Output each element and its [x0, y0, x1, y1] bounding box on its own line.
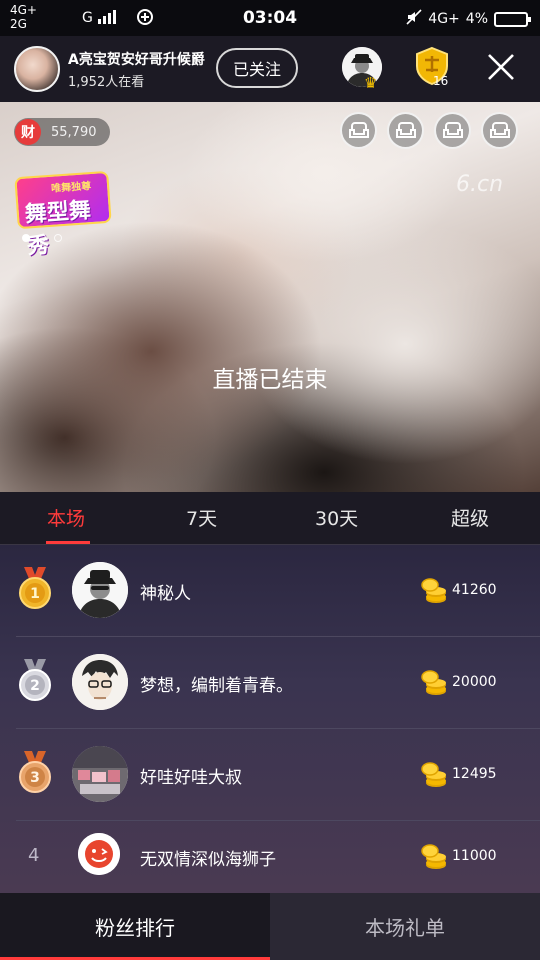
status-right: 4G+ 4% [406, 9, 531, 29]
user-avatar[interactable] [72, 562, 128, 618]
crown-icon: ♛ [364, 74, 378, 92]
ranking-row[interactable]: 1 神秘人 41260 [0, 545, 540, 637]
user-avatar[interactable] [72, 746, 128, 802]
battery-percent: 4% [465, 11, 488, 27]
follow-button[interactable]: 已关注 [216, 48, 298, 88]
coin-icon [420, 761, 448, 789]
tab-gift-list[interactable]: 本场礼单 [270, 893, 540, 960]
status-bar: 4G+ 2G G 03:04 4G+ 4% [0, 0, 540, 36]
user-name: 神秘人 [140, 584, 191, 604]
host-name[interactable]: A亮宝贺安好哥升候爵 [68, 49, 205, 69]
user-name: 好哇好哇大叔 [140, 768, 242, 788]
tab-super[interactable]: 超级 [451, 504, 489, 531]
silver-medal-icon: 2 [16, 659, 54, 703]
tab-fan-ranking-label: 粉丝排行 [95, 916, 175, 940]
sofa-icon[interactable] [481, 112, 518, 149]
battery-icon [494, 11, 531, 27]
viewer-count: 1,952人在看 [68, 75, 145, 90]
ranking-row[interactable]: 3 好哇好哇大叔 12495 [0, 729, 540, 821]
contribution-score: 11000 [452, 848, 497, 864]
bronze-medal-icon: 3 [16, 751, 54, 795]
watermark: 6.cn [456, 172, 504, 197]
contribution-score: 12495 [452, 766, 497, 782]
promo-title: 舞型舞秀 [24, 198, 92, 260]
stream-ended-text: 直播已结束 [212, 367, 328, 393]
user-avatar[interactable] [78, 833, 120, 875]
tab-this-session[interactable]: 本场 [47, 504, 85, 531]
network-label-right: 4G+ [428, 11, 460, 27]
host-avatar[interactable] [14, 46, 60, 92]
banner-pager [22, 234, 62, 242]
contribution-score: 20000 [452, 674, 497, 690]
coin-icon [420, 843, 448, 871]
wealth-value: 55,790 [51, 124, 97, 140]
gold-medal-icon: 1 [16, 567, 54, 611]
coin-icon [420, 577, 448, 605]
svg-text:1: 1 [30, 586, 40, 602]
tab-gift-list-label: 本场礼单 [365, 916, 445, 940]
bottom-tab-bar: 粉丝排行 本场礼单 [0, 893, 540, 960]
sofa-icon[interactable] [340, 112, 377, 149]
tab-fan-ranking[interactable]: 粉丝排行 [0, 893, 270, 960]
ranking-row[interactable]: 2 梦想，编制着青春。 20000 [0, 637, 540, 729]
wealth-badge[interactable]: 财 55,790 [14, 118, 110, 146]
stream-video-area[interactable]: 财 55,790 6.cn 唯舞独尊 舞型舞秀 直播已结束 [0, 102, 540, 492]
live-room-header: A亮宝贺安好哥升候爵 1,952人在看 已关注 ♛ 16 [0, 36, 540, 102]
contribution-score: 41260 [452, 582, 497, 598]
svg-text:2: 2 [30, 678, 40, 694]
user-avatar[interactable] [72, 654, 128, 710]
tab-30-days[interactable]: 30天 [315, 504, 358, 531]
svg-text:3: 3 [30, 770, 40, 786]
rank-number: 4 [28, 845, 40, 866]
sofa-icon[interactable] [434, 112, 471, 149]
close-icon[interactable] [482, 48, 520, 86]
guard-count: 16 [433, 74, 449, 88]
sofa-icon[interactable] [387, 112, 424, 149]
rank-period-tabs: 本场 7天 30天 超级 [0, 492, 540, 544]
ranking-row[interactable]: 4 无双情深似海狮子 11000 [0, 821, 540, 893]
promo-banner[interactable]: 唯舞独尊 舞型舞秀 [14, 170, 112, 260]
tab-7-days[interactable]: 7天 [186, 504, 217, 531]
coin-icon [420, 669, 448, 697]
user-name: 梦想，编制着青春。 [140, 676, 293, 696]
mute-icon [406, 9, 422, 29]
user-name: 无双情深似海狮子 [140, 850, 276, 870]
wealth-icon: 财 [15, 119, 41, 145]
seat-list [340, 112, 518, 149]
fan-ranking-list: 1 神秘人 41260 2 梦想，编制着青春。 20000 3 好哇好哇大叔 1… [0, 545, 540, 893]
